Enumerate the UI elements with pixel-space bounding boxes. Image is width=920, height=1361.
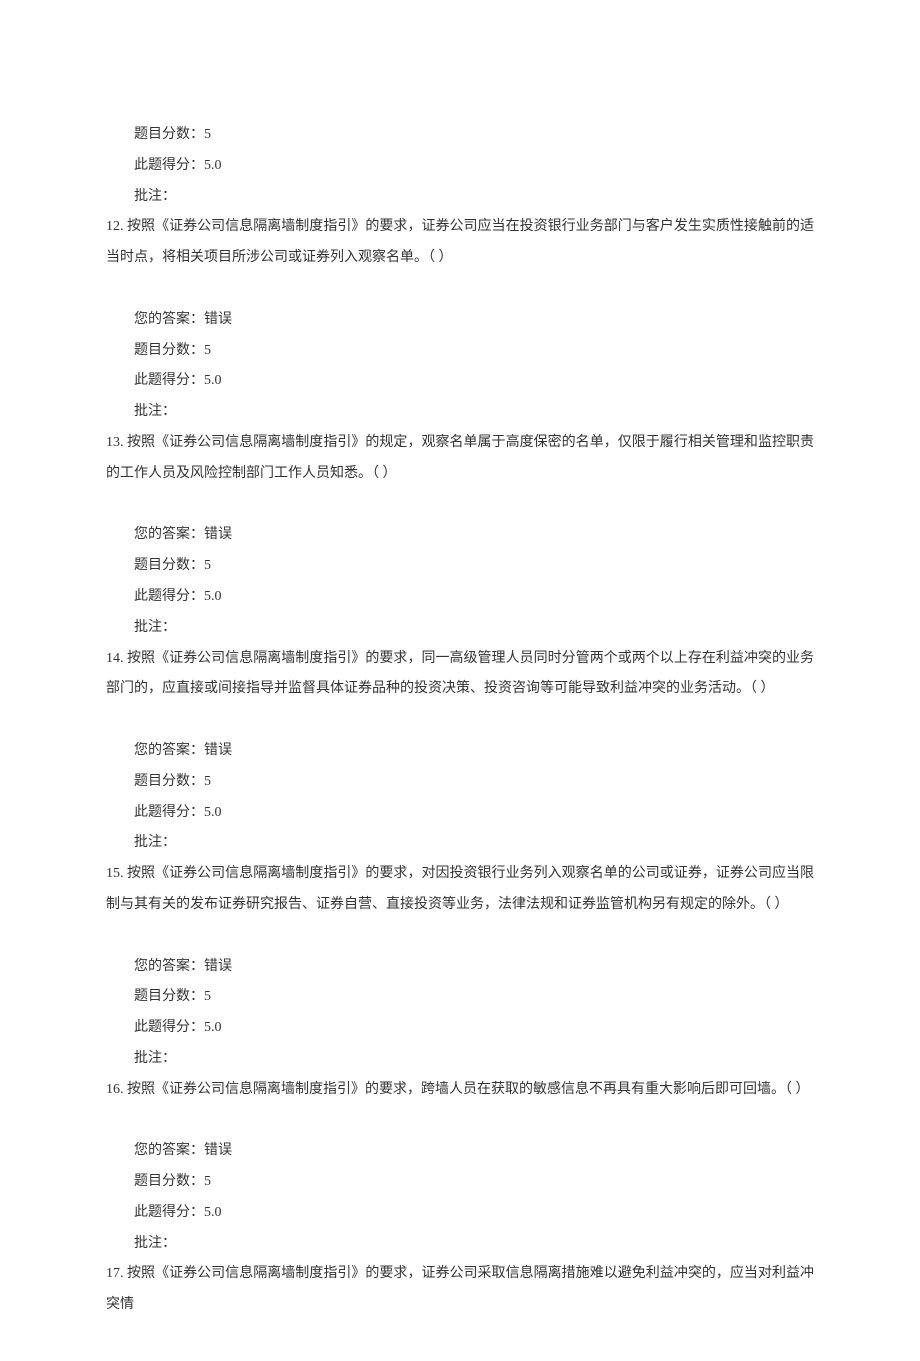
question-score-value: 5 — [204, 343, 211, 358]
meta-note-line: 批注： — [106, 397, 814, 428]
question-body: 按照《证券公司信息隔离墙制度指引》的要求，对因投资银行业务列入观察名单的公司或证… — [106, 866, 814, 912]
question-score-label: 题目分数： — [134, 127, 204, 142]
your-answer-label: 您的答案： — [134, 312, 204, 327]
your-answer-value: 错误 — [204, 959, 232, 974]
your-answer-line: 您的答案：错误 — [106, 952, 814, 983]
your-answer-value: 错误 — [204, 527, 232, 542]
earned-score-value: 5.0 — [204, 373, 222, 388]
earned-score-label: 此题得分： — [134, 373, 204, 388]
your-answer-label: 您的答案： — [134, 743, 204, 758]
meta-question-score-line: 题目分数：5 — [106, 1167, 814, 1198]
question-score-label: 题目分数： — [134, 1174, 204, 1189]
question-number: 12. — [106, 219, 124, 234]
your-answer-value: 错误 — [204, 743, 232, 758]
meta-note-line: 批注： — [106, 1229, 814, 1260]
meta-question-score-line: 题目分数：5 — [106, 551, 814, 582]
question-13: 13. 按照《证券公司信息隔离墙制度指引》的规定，观察名单属于高度保密的名单，仅… — [106, 428, 814, 490]
meta-question-score-line: 题目分数：5 — [106, 336, 814, 367]
your-answer-value: 错误 — [204, 312, 232, 327]
meta-earned-score-line: 此题得分：5.0 — [106, 1198, 814, 1229]
question-score-value: 5 — [204, 558, 211, 573]
earned-score-value: 5.0 — [204, 158, 222, 173]
meta-question-score-line: 题目分数：5 — [106, 767, 814, 798]
question-number: 14. — [106, 651, 124, 666]
earned-score-label: 此题得分： — [134, 805, 204, 820]
question-score-value: 5 — [204, 774, 211, 789]
your-answer-line: 您的答案：错误 — [106, 520, 814, 551]
question-score-value: 5 — [204, 127, 211, 142]
question-score-value: 5 — [204, 989, 211, 1004]
question-body: 按照《证券公司信息隔离墙制度指引》的要求，同一高级管理人员同时分管两个或两个以上… — [106, 651, 814, 697]
question-body: 按照《证券公司信息隔离墙制度指引》的规定，观察名单属于高度保密的名单，仅限于履行… — [106, 435, 814, 481]
earned-score-label: 此题得分： — [134, 1020, 204, 1035]
question-12: 12. 按照《证券公司信息隔离墙制度指引》的要求，证券公司应当在投资银行业务部门… — [106, 212, 814, 274]
meta-earned-score-line: 此题得分：5.0 — [106, 582, 814, 613]
meta-earned-score-line: 此题得分：5.0 — [106, 151, 814, 182]
earned-score-value: 5.0 — [204, 1205, 222, 1220]
meta-earned-score-line: 此题得分：5.0 — [106, 366, 814, 397]
question-14: 14. 按照《证券公司信息隔离墙制度指引》的要求，同一高级管理人员同时分管两个或… — [106, 644, 814, 706]
your-answer-line: 您的答案：错误 — [106, 736, 814, 767]
earned-score-label: 此题得分： — [134, 589, 204, 604]
question-score-label: 题目分数： — [134, 558, 204, 573]
earned-score-label: 此题得分： — [134, 158, 204, 173]
question-score-label: 题目分数： — [134, 774, 204, 789]
note-label: 批注： — [134, 620, 176, 635]
meta-question-score-line: 题目分数：5 — [106, 982, 814, 1013]
earned-score-value: 5.0 — [204, 805, 222, 820]
note-label: 批注： — [134, 189, 176, 204]
note-label: 批注： — [134, 835, 176, 850]
earned-score-value: 5.0 — [204, 589, 222, 604]
question-16: 16. 按照《证券公司信息隔离墙制度指引》的要求，跨墙人员在获取的敏感信息不再具… — [106, 1075, 814, 1106]
question-number: 16. — [106, 1082, 124, 1097]
question-score-value: 5 — [204, 1174, 211, 1189]
question-15: 15. 按照《证券公司信息隔离墙制度指引》的要求，对因投资银行业务列入观察名单的… — [106, 859, 814, 921]
question-17: 17. 按照《证券公司信息隔离墙制度指引》的要求，证券公司采取信息隔离措施难以避… — [106, 1259, 814, 1321]
question-number: 15. — [106, 866, 124, 881]
meta-note-line: 批注： — [106, 182, 814, 213]
earned-score-value: 5.0 — [204, 1020, 222, 1035]
question-score-label: 题目分数： — [134, 989, 204, 1004]
your-answer-label: 您的答案： — [134, 1143, 204, 1158]
question-number: 13. — [106, 435, 124, 450]
your-answer-line: 您的答案：错误 — [106, 305, 814, 336]
meta-earned-score-line: 此题得分：5.0 — [106, 798, 814, 829]
note-label: 批注： — [134, 1051, 176, 1066]
question-number: 17. — [106, 1266, 124, 1281]
meta-earned-score-line: 此题得分：5.0 — [106, 1013, 814, 1044]
your-answer-value: 错误 — [204, 1143, 232, 1158]
question-score-label: 题目分数： — [134, 343, 204, 358]
question-body: 按照《证券公司信息隔离墙制度指引》的要求，证券公司采取信息隔离措施难以避免利益冲… — [106, 1266, 814, 1312]
question-body: 按照《证券公司信息隔离墙制度指引》的要求，证券公司应当在投资银行业务部门与客户发… — [106, 219, 814, 265]
meta-note-line: 批注： — [106, 613, 814, 644]
your-answer-label: 您的答案： — [134, 959, 204, 974]
question-body: 按照《证券公司信息隔离墙制度指引》的要求，跨墙人员在获取的敏感信息不再具有重大影… — [127, 1082, 810, 1097]
meta-question-score-line: 题目分数：5 — [106, 120, 814, 151]
note-label: 批注： — [134, 404, 176, 419]
meta-note-line: 批注： — [106, 828, 814, 859]
meta-note-line: 批注： — [106, 1044, 814, 1075]
your-answer-line: 您的答案：错误 — [106, 1136, 814, 1167]
earned-score-label: 此题得分： — [134, 1205, 204, 1220]
your-answer-label: 您的答案： — [134, 527, 204, 542]
note-label: 批注： — [134, 1236, 176, 1251]
